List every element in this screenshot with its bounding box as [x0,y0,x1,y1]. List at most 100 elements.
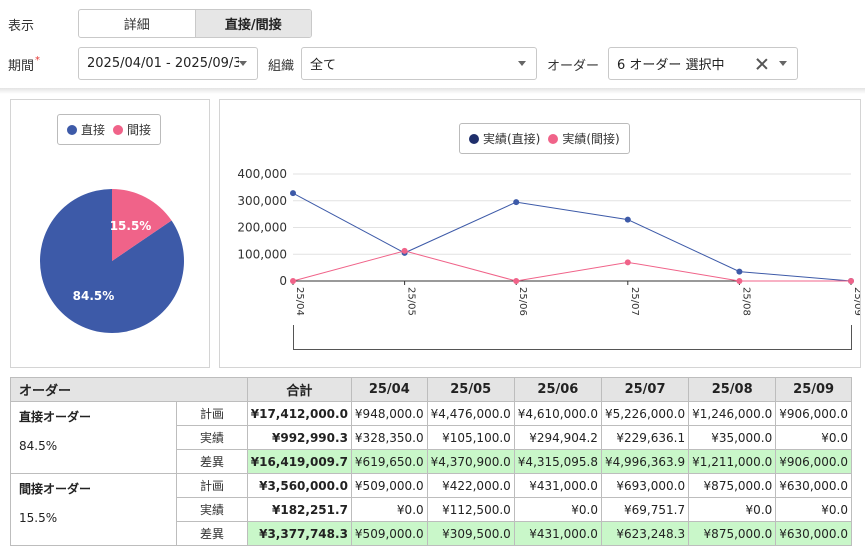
range-slider[interactable] [293,325,852,350]
toggle-detail[interactable]: 詳細 [79,10,195,37]
point-direct[interactable] [624,216,631,223]
value-cell: ¥4,476,000.0 [426,401,515,426]
display-label: 表示 [8,19,35,34]
chevron-down-icon[interactable] [779,61,787,66]
x-tick-label: 25/08 [740,287,751,316]
table-row: 直接オーダー 84.5% 計画 ¥17,412,000.0 ¥948,000.0… [9,401,852,474]
header-total: 合計 [246,377,352,402]
point-indirect[interactable] [290,278,296,284]
point-direct[interactable] [736,268,743,275]
value-cell: ¥328,350.0 [350,425,428,450]
point-indirect[interactable] [736,278,743,284]
org-value: 全て [310,58,337,73]
header-month: 25/04 [350,377,428,402]
value-cell: ¥906,000.0 [775,449,852,474]
y-tick-label: 400,000 [237,167,287,181]
order-cell-indirect: 間接オーダー 15.5% [9,473,178,546]
order-select[interactable]: 6 オーダー 選択中 [608,47,798,80]
clear-icon[interactable] [755,57,769,71]
y-tick-label: 0 [279,274,287,288]
x-tick-label: 25/05 [406,287,417,316]
value-cell: ¥0.0 [350,497,428,522]
period-value: 2025/04/01 - 2025/09/30 [87,56,239,71]
y-tick-label: 200,000 [237,221,287,235]
value-cell: ¥0.0 [513,497,602,522]
pie-label-indirect: 15.5% [110,219,152,233]
value-cell: ¥0.0 [688,497,777,522]
org-label: 組織 [268,59,295,74]
value-cell: ¥619,650.0 [350,449,428,474]
value-cell: ¥509,000.0 [350,521,428,546]
row-category: 差異 [176,521,248,546]
header-month: 25/06 [513,377,602,402]
value-cell: ¥69,751.7 [600,497,690,522]
total-cell: ¥17,412,000.0 [246,401,352,426]
value-cell: ¥509,000.0 [350,473,428,498]
order-cell-direct: 直接オーダー 84.5% [9,401,178,474]
header-month: 25/07 [600,377,690,402]
order-label: オーダー [547,59,600,74]
point-indirect[interactable] [624,259,631,266]
order-percent: 84.5% [19,439,58,453]
pie-label-direct: 84.5% [73,289,115,303]
value-cell: ¥431,000.0 [513,521,602,546]
row-category: 実績 [176,497,248,522]
header-month: 25/08 [688,377,777,402]
value-cell: ¥875,000.0 [688,521,777,546]
x-tick-label: 25/04 [294,287,305,316]
order-name[interactable]: 直接オーダー [19,408,173,425]
value-cell: ¥431,000.0 [513,473,602,498]
x-tick-label: 25/07 [629,287,640,316]
value-cell: ¥294,904.2 [513,425,602,450]
point-indirect[interactable] [848,278,854,284]
header-divider [0,88,865,94]
row-category: 差異 [176,449,248,474]
total-cell: ¥992,990.3 [246,425,352,450]
value-cell: ¥630,000.0 [775,473,852,498]
point-indirect[interactable] [401,247,408,254]
value-cell: ¥229,636.1 [600,425,690,450]
value-cell: ¥1,211,000.0 [688,449,777,474]
series-line-indirect [292,250,851,282]
total-cell: ¥3,560,000.0 [246,473,352,498]
value-cell: ¥1,246,000.0 [688,401,777,426]
total-cell: ¥3,377,748.3 [246,521,352,546]
required-mark: * [35,55,41,66]
y-tick-label: 100,000 [237,247,287,261]
table-row: 間接オーダー 15.5% 計画 ¥3,560,000.0 ¥509,000.0 … [9,473,852,546]
point-direct[interactable] [513,199,520,206]
value-cell: ¥693,000.0 [600,473,690,498]
table-header-row: オーダー 合計 25/04 25/05 25/06 25/07 25/08 25… [10,377,852,402]
y-tick-label: 300,000 [237,194,287,208]
order-name[interactable]: 間接オーダー [19,480,173,497]
summary-table: オーダー 合計 25/04 25/05 25/06 25/07 25/08 25… [9,377,852,546]
value-cell: ¥4,370,900.0 [426,449,515,474]
display-toggle[interactable]: 詳細 直接/間接 [78,9,312,38]
value-cell: ¥948,000.0 [350,401,428,426]
period-label: 期間* [8,55,40,74]
value-cell: ¥4,315,095.8 [513,449,602,474]
header-month: 25/09 [775,377,852,402]
chevron-down-icon [239,61,247,66]
pie-chart: 84.5% 15.5% [40,189,185,333]
total-cell: ¥16,419,009.7 [246,449,352,474]
org-select[interactable]: 全て [301,47,537,80]
value-cell: ¥623,248.3 [600,521,690,546]
line-chart-panel: 実績(直接) 実績(間接) 400,000 300,000 200,000 100,0… [219,99,861,368]
header-month: 25/05 [426,377,515,402]
order-percent: 15.5% [19,511,58,525]
period-select[interactable]: 2025/04/01 - 2025/09/30 [78,47,258,80]
row-category: 計画 [176,401,248,426]
value-cell: ¥0.0 [775,497,852,522]
value-cell: ¥4,996,363.9 [600,449,690,474]
series-line-direct [292,192,852,282]
value-cell: ¥4,610,000.0 [513,401,602,426]
point-direct[interactable] [290,190,296,197]
order-value: 6 オーダー 選択中 [617,58,725,73]
period-label-text: 期間 [8,59,35,74]
total-cell: ¥182,251.7 [246,497,352,522]
toggle-direct-indirect[interactable]: 直接/間接 [194,10,311,37]
header-order: オーダー [10,377,248,402]
point-indirect[interactable] [513,278,520,284]
value-cell: ¥309,500.0 [426,521,515,546]
